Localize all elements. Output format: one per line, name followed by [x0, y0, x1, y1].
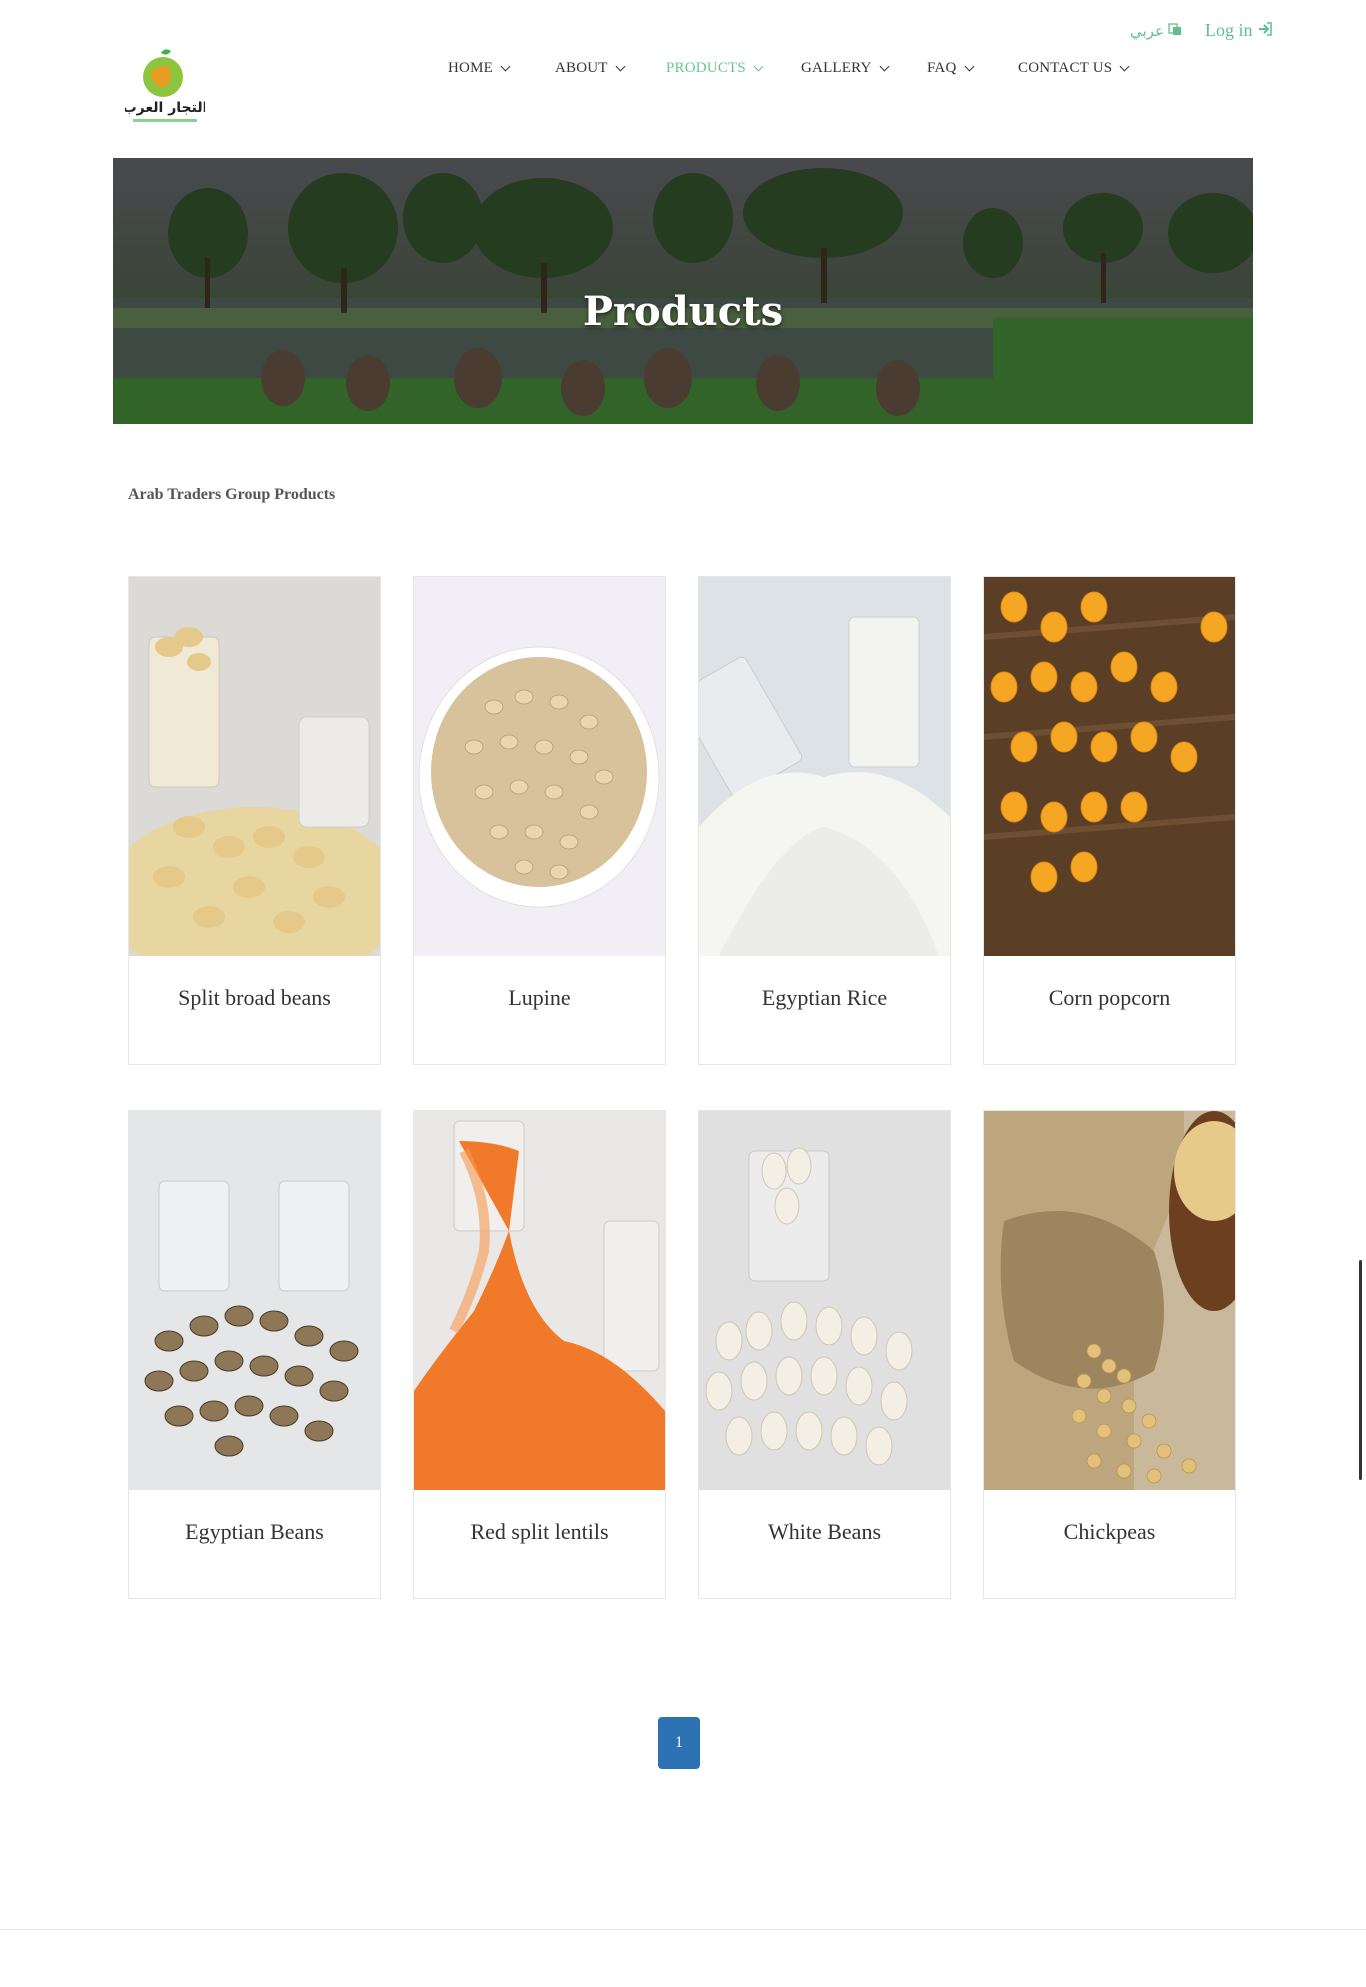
product-card[interactable]: Egyptian Beans: [128, 1110, 381, 1599]
product-card[interactable]: White Beans: [698, 1110, 951, 1599]
product-name: White Beans: [767, 1519, 882, 1544]
product-name: Egyptian Rice: [761, 985, 888, 1010]
translate-icon: [1168, 22, 1182, 41]
chevron-down-icon: [879, 61, 890, 72]
page-title: Products: [582, 288, 784, 335]
footer-divider: [0, 1929, 1366, 1930]
product-name: Red split lentils: [470, 1519, 609, 1544]
product-image-corn-popcorn: [984, 577, 1235, 956]
site-logo[interactable]: التجار العرب: [123, 45, 207, 130]
sign-in-icon: [1258, 20, 1272, 41]
nav-about[interactable]: ABOUT: [555, 60, 626, 77]
login-link[interactable]: Log in: [1205, 20, 1272, 41]
scrollbar-thumb[interactable]: [1359, 1260, 1362, 1480]
product-image-egyptian-beans: [129, 1111, 380, 1490]
logo-text: التجار العرب: [125, 100, 205, 116]
product-image-split-broad-beans: [129, 577, 380, 956]
nav-products[interactable]: PRODUCTS: [666, 60, 764, 77]
product-card[interactable]: Split broad beans: [128, 576, 381, 1065]
chevron-down-icon: [1119, 61, 1130, 72]
product-name: Egyptian Beans: [185, 1519, 324, 1544]
nav-home-label: HOME: [448, 60, 493, 76]
product-image-egyptian-rice: [699, 577, 950, 956]
chevron-down-icon: [964, 61, 974, 72]
product-image-chickpeas: [984, 1111, 1235, 1490]
site-header: التجار العرب عربي Log in HOME ABOUT PROD…: [0, 0, 1366, 150]
product-card[interactable]: Red split lentils: [413, 1110, 666, 1599]
product-image-lupine: [414, 577, 665, 956]
nav-products-label: PRODUCTS: [666, 60, 746, 76]
nav-gallery-label: GALLERY: [801, 60, 872, 76]
hero-banner: Products: [113, 158, 1253, 424]
login-label: Log in: [1205, 20, 1253, 40]
language-label: عربي: [1130, 24, 1164, 40]
product-image-red-split-lentils: [414, 1111, 665, 1490]
nav-gallery[interactable]: GALLERY: [801, 60, 890, 77]
product-image-white-beans: [699, 1111, 950, 1490]
nav-about-label: ABOUT: [555, 60, 608, 76]
product-card[interactable]: Corn popcorn: [983, 576, 1236, 1065]
nav-contact-label: CONTACT US: [1018, 60, 1113, 76]
nav-home[interactable]: HOME: [448, 60, 511, 77]
main-nav: HOME ABOUT PRODUCTS GALLERY FAQ CONTACT …: [0, 60, 1366, 84]
nav-faq[interactable]: FAQ: [927, 60, 974, 77]
chevron-down-icon: [500, 61, 511, 72]
product-name: Lupine: [508, 985, 571, 1010]
product-card[interactable]: Chickpeas: [983, 1110, 1236, 1599]
nav-faq-label: FAQ: [927, 60, 957, 76]
nav-contact[interactable]: CONTACT US: [1018, 60, 1130, 77]
product-name: Chickpeas: [1063, 1519, 1156, 1544]
chevron-down-icon: [753, 61, 764, 72]
product-card[interactable]: Egyptian Rice: [698, 576, 951, 1065]
product-name: Corn popcorn: [1048, 985, 1171, 1010]
section-heading: Arab Traders Group Products: [128, 486, 336, 503]
language-switch[interactable]: عربي: [1130, 22, 1182, 41]
chevron-down-icon: [615, 61, 626, 72]
product-name: Split broad beans: [178, 985, 331, 1010]
product-card[interactable]: Lupine: [413, 576, 666, 1065]
pagination-page-1[interactable]: 1: [658, 1717, 700, 1769]
